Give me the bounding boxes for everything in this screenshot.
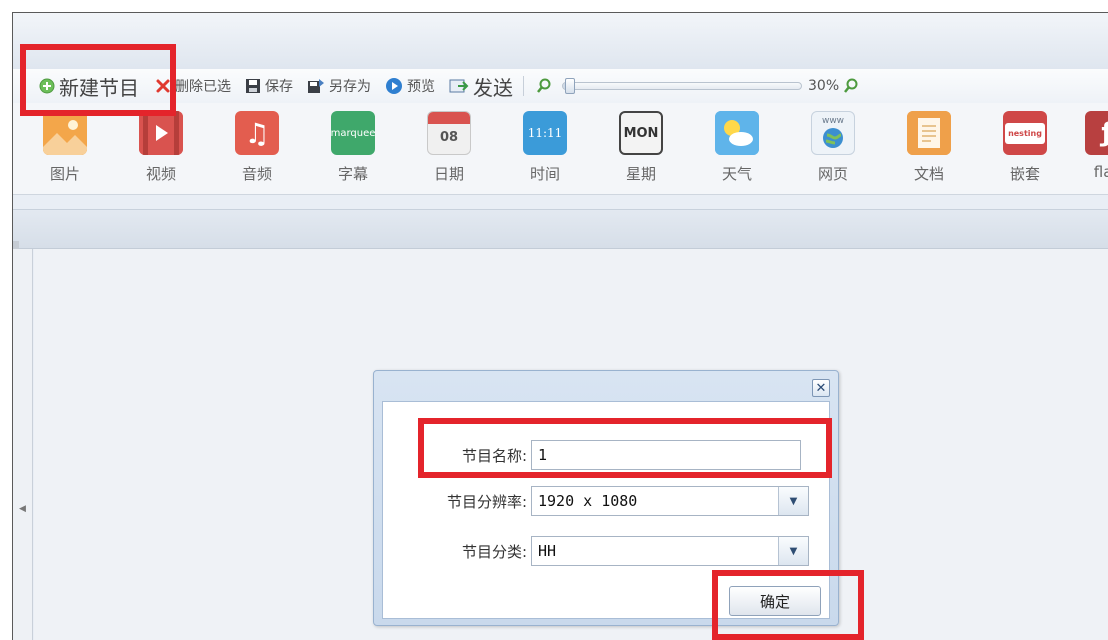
program-category-select[interactable]: HH ▼ [531,536,809,566]
marquee-icon: marquee [331,111,375,155]
preview-button[interactable]: 预览 [385,76,435,96]
zoom-in-icon [843,78,859,94]
header-band [13,13,1108,69]
save-button[interactable]: 保存 [245,76,293,96]
new-program-dialog: ✕ 节目名称: 1 节目分辨率: 1920 x 1080 ▼ 节目分类: HH … [373,370,839,626]
save-disk-icon [245,78,261,94]
palette-item-document[interactable]: 文档 [899,111,959,184]
zoom-percent: 30% [808,78,840,94]
program-resolution-value: 1920 x 1080 [538,492,638,510]
palette-item-time[interactable]: 11:11 时间 [515,111,575,184]
send-label: 发送 [473,75,513,100]
save-label: 保存 [265,79,293,95]
toolbar: 新建节目 删除已选 保存 另存为 预览 发送 30% [13,69,1108,103]
send-icon [449,77,469,95]
collapse-arrow-icon[interactable]: ◀ [19,504,26,514]
palette-label: 天气 [721,165,752,183]
zoom-in-button[interactable] [843,78,863,94]
zoom-out-icon [536,78,552,94]
palette-item-nesting[interactable]: nesting 嵌套 [995,111,1055,184]
document-icon [907,111,951,155]
palette-item-week[interactable]: MON 星期 [611,111,671,184]
save-as-label: 另存为 [329,79,371,95]
palette-item-flash[interactable]: ƒ flas [1077,111,1108,181]
date-icon-text: 08 [439,130,459,145]
time-icon: 11:11 [523,111,567,155]
delete-selected-label: 删除已选 [175,79,231,95]
program-category-value: HH [538,542,557,560]
program-resolution-row: 节目分辨率: 1920 x 1080 ▼ [383,486,809,516]
week-icon-text: MON [623,125,659,141]
palette-label: 时间 [529,165,560,183]
palette-item-date[interactable]: 08 日期 [419,111,479,184]
weather-icon [715,111,759,155]
palette-label: 视频 [145,165,176,183]
zoom-slider[interactable] [562,78,802,94]
palette-label: 图片 [49,165,80,183]
program-resolution-select[interactable]: 1920 x 1080 ▼ [531,486,809,516]
add-circle-icon [39,78,55,94]
marquee-icon-text: marquee [331,127,375,139]
time-icon-text: 11:11 [527,126,563,140]
preview-label: 预览 [407,79,435,95]
video-icon [139,111,183,155]
nesting-icon-text: nesting [1005,122,1045,144]
dialog-body: 节目名称: 1 节目分辨率: 1920 x 1080 ▼ 节目分类: HH ▼ … [382,401,830,619]
nesting-icon: nesting [1003,111,1047,155]
audio-icon: ♫ [235,111,279,155]
webpage-icon: www [811,111,855,155]
palette-item-weather[interactable]: 天气 [707,111,767,184]
picture-icon [43,111,87,155]
new-program-button[interactable]: 新建节目 [39,72,139,101]
program-category-label: 节目分类: [461,542,527,561]
palette-label: 音频 [241,165,272,183]
palette-item-audio[interactable]: ♫ 音频 [227,111,287,184]
palette-label: 日期 [433,165,464,183]
palette-item-marquee[interactable]: marquee 字幕 [323,111,383,184]
element-palette: 图片 视频 ♫ 音频 marquee 字幕 08 日期 11:11 时间 MON… [13,103,1108,195]
program-name-row: 节目名称: 1 [383,440,801,470]
toolbar-separator [523,76,524,96]
webpage-icon-text: www [821,116,845,126]
program-name-input[interactable]: 1 [531,440,801,470]
program-name-label: 节目名称: [461,446,527,465]
close-icon[interactable]: ✕ [812,379,830,397]
delete-x-icon [155,78,171,94]
send-button[interactable]: 发送 [449,72,513,101]
week-icon: MON [619,111,663,155]
delete-selected-button[interactable]: 删除已选 [155,76,231,96]
program-resolution-label: 节目分辨率: [446,492,527,511]
confirm-button[interactable]: 确定 [729,586,821,616]
left-collapse-bar[interactable]: ◀ [13,249,33,640]
new-program-label: 新建节目 [59,75,139,100]
palette-item-picture[interactable]: 图片 [35,111,95,184]
preview-play-icon [385,77,403,95]
palette-label: 文档 [913,165,944,183]
palette-item-webpage[interactable]: www 网页 [803,111,863,184]
palette-label: 星期 [625,165,656,183]
palette-item-video[interactable]: 视频 [131,111,191,184]
save-as-button[interactable]: 另存为 [307,76,371,96]
palette-label: 字幕 [337,165,368,183]
date-icon: 08 [427,111,471,155]
palette-label: flas [1093,163,1108,181]
zoom-slider-thumb[interactable] [565,78,575,94]
chevron-down-icon[interactable]: ▼ [778,487,808,515]
chevron-down-icon[interactable]: ▼ [778,537,808,565]
program-category-row: 节目分类: HH ▼ [383,536,809,566]
program-tab-strip [13,209,1108,249]
flash-icon: ƒ [1085,111,1108,155]
palette-label: 嵌套 [1009,165,1040,183]
palette-label: 网页 [817,165,848,183]
save-as-icon [307,78,325,94]
zoom-out-button[interactable] [536,78,556,94]
